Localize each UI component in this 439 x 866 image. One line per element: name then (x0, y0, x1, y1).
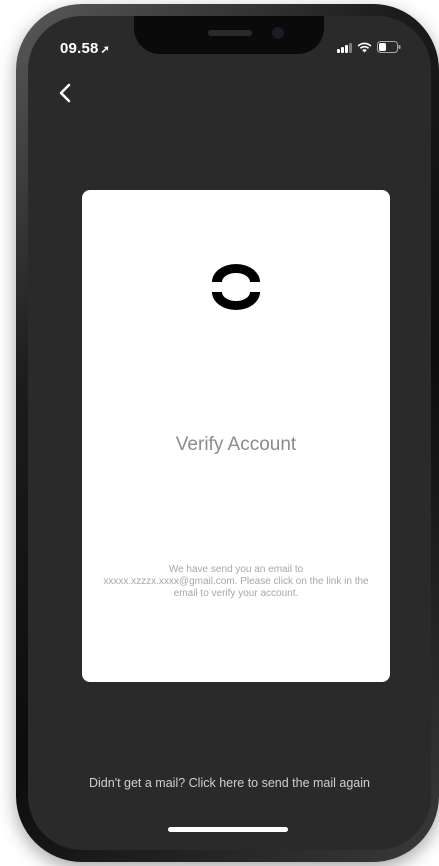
home-indicator[interactable] (168, 827, 288, 832)
brand-logo (212, 264, 260, 310)
back-chevron-icon (59, 83, 71, 103)
front-camera (272, 27, 284, 39)
back-button[interactable] (50, 78, 80, 108)
notch (134, 16, 324, 54)
phone-screen: 09.58 ➚ Verify Account We have send you … (28, 16, 431, 850)
signal-icon (337, 42, 352, 53)
verify-title: Verify Account (175, 434, 297, 455)
status-icons (337, 41, 401, 53)
status-time: 09.58 ➚ (60, 40, 110, 57)
verify-card: Verify Account We have send you an email… (82, 190, 390, 682)
battery-icon (377, 41, 401, 53)
stage: 09.58 ➚ Verify Account We have send you … (0, 0, 439, 866)
resend-mail-link[interactable]: Didn't get a mail? Click here to send th… (28, 776, 431, 790)
wifi-icon (357, 42, 372, 53)
status-time-text: 09.58 (60, 40, 99, 57)
verify-message: We have send you an email to xxxxx.xzzzx… (103, 564, 369, 599)
speaker (208, 30, 252, 36)
location-arrow-icon: ➚ (100, 44, 110, 56)
